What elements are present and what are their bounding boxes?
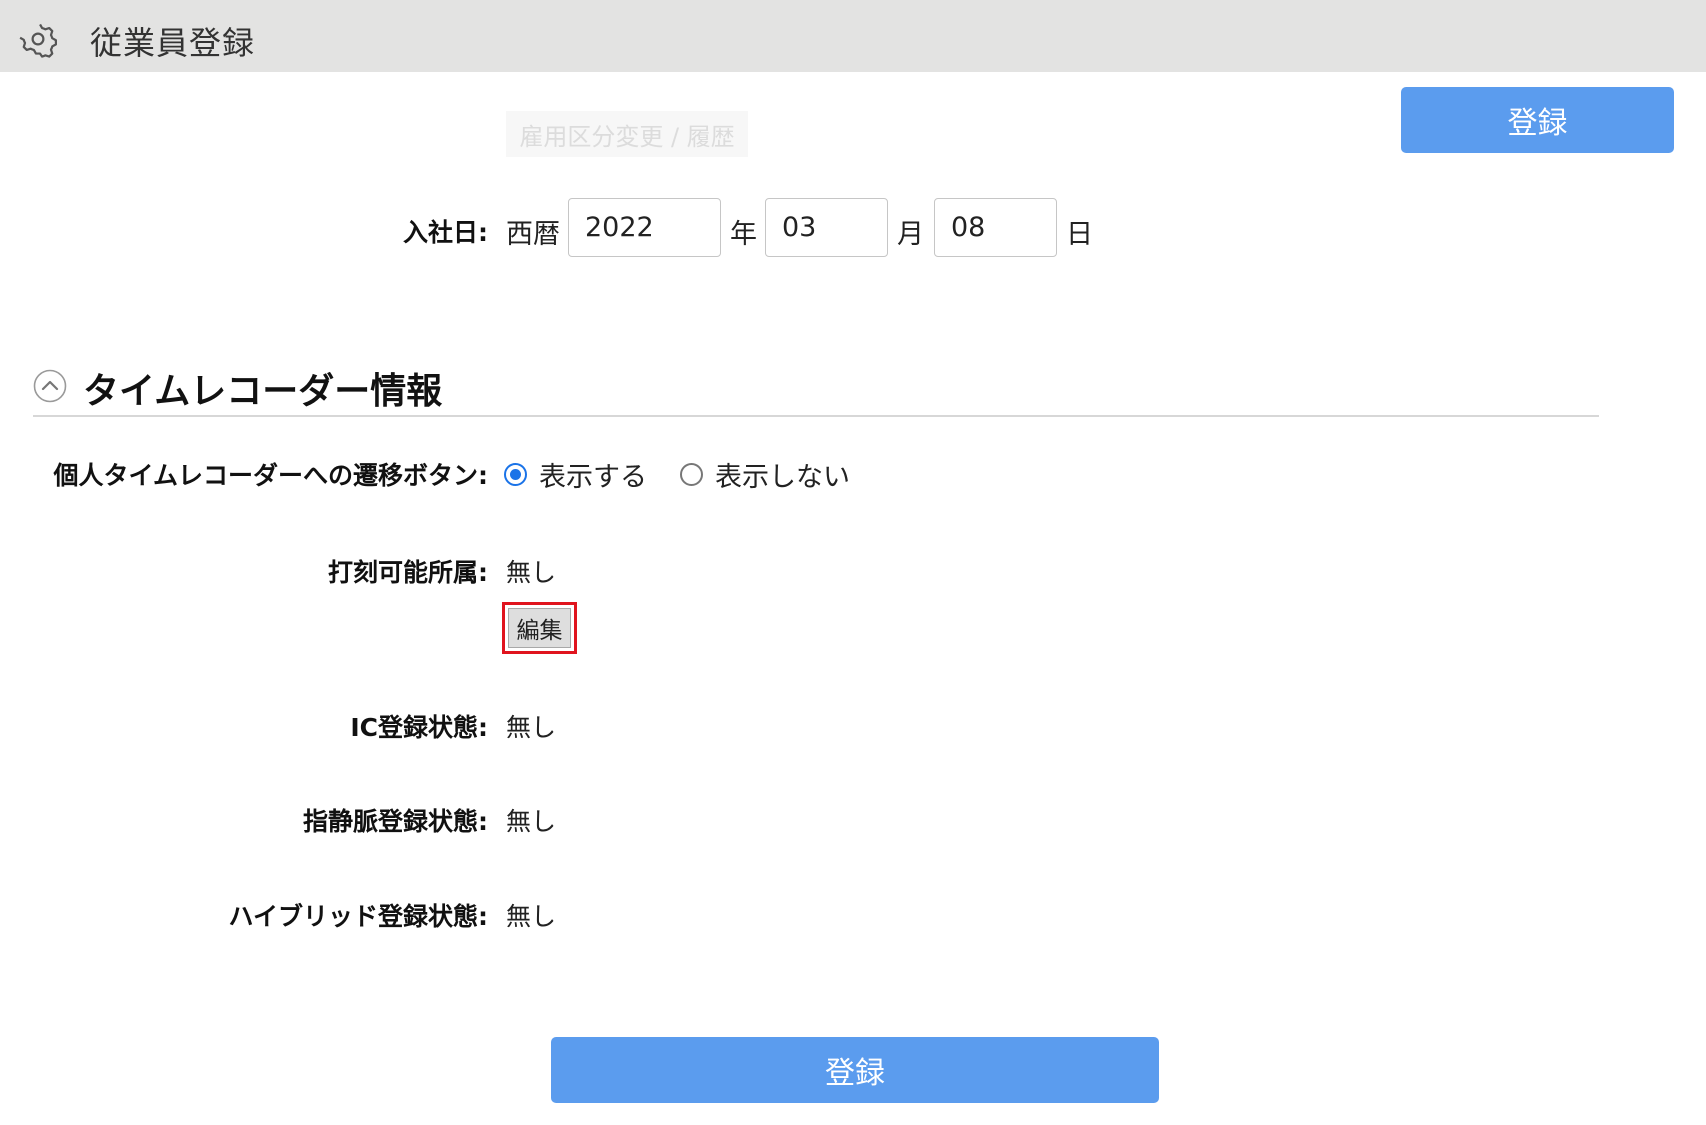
gear-icon[interactable] — [19, 20, 57, 58]
vein-status-value: 無し — [506, 807, 557, 836]
register-button-bottom[interactable]: 登録 — [551, 1037, 1159, 1103]
edit-affiliation-button[interactable]: 編集 — [502, 602, 577, 654]
radio-hide-label: 表示しない — [715, 462, 850, 493]
year-unit-label: 年 — [730, 219, 757, 250]
edit-button-label: 編集 — [508, 608, 571, 648]
join-year-input[interactable] — [568, 198, 721, 257]
era-label: 西暦 — [506, 219, 560, 250]
radio-hide-indicator[interactable] — [680, 463, 703, 486]
ic-status-label: IC登録状態: — [350, 713, 488, 742]
page-title: 従業員登録 — [90, 24, 256, 62]
page-header: 従業員登録 — [0, 0, 1706, 72]
radio-show-label: 表示する — [539, 462, 647, 493]
radio-show[interactable]: 表示する — [504, 455, 647, 494]
vein-status-label: 指静脈登録状態: — [303, 807, 488, 836]
radio-hide[interactable]: 表示しない — [680, 455, 850, 494]
timerecorder-section-header: タイムレコーダー情報 — [33, 360, 1599, 417]
join-month-input[interactable] — [765, 198, 888, 257]
join-date-label: 入社日: — [403, 218, 488, 247]
section-title: タイムレコーダー情報 — [83, 371, 443, 412]
hybrid-status-value: 無し — [506, 902, 557, 931]
hybrid-status-label: ハイブリッド登録状態: — [228, 902, 489, 931]
ic-status-value: 無し — [506, 713, 557, 742]
day-unit-label: 日 — [1066, 219, 1093, 250]
chevron-up-icon[interactable] — [33, 369, 67, 403]
transition-button-label: 個人タイムレコーダーへの遷移ボタン: — [53, 461, 489, 490]
clock-affiliation-label: 打刻可能所属: — [328, 558, 488, 587]
month-unit-label: 月 — [897, 219, 924, 250]
employment-history-link[interactable]: 雇用区分変更 / 履歴 — [506, 111, 748, 157]
join-day-input[interactable] — [934, 198, 1057, 257]
clock-affiliation-value: 無し — [506, 558, 557, 587]
register-button-top[interactable]: 登録 — [1401, 87, 1674, 153]
radio-show-indicator[interactable] — [504, 463, 527, 486]
